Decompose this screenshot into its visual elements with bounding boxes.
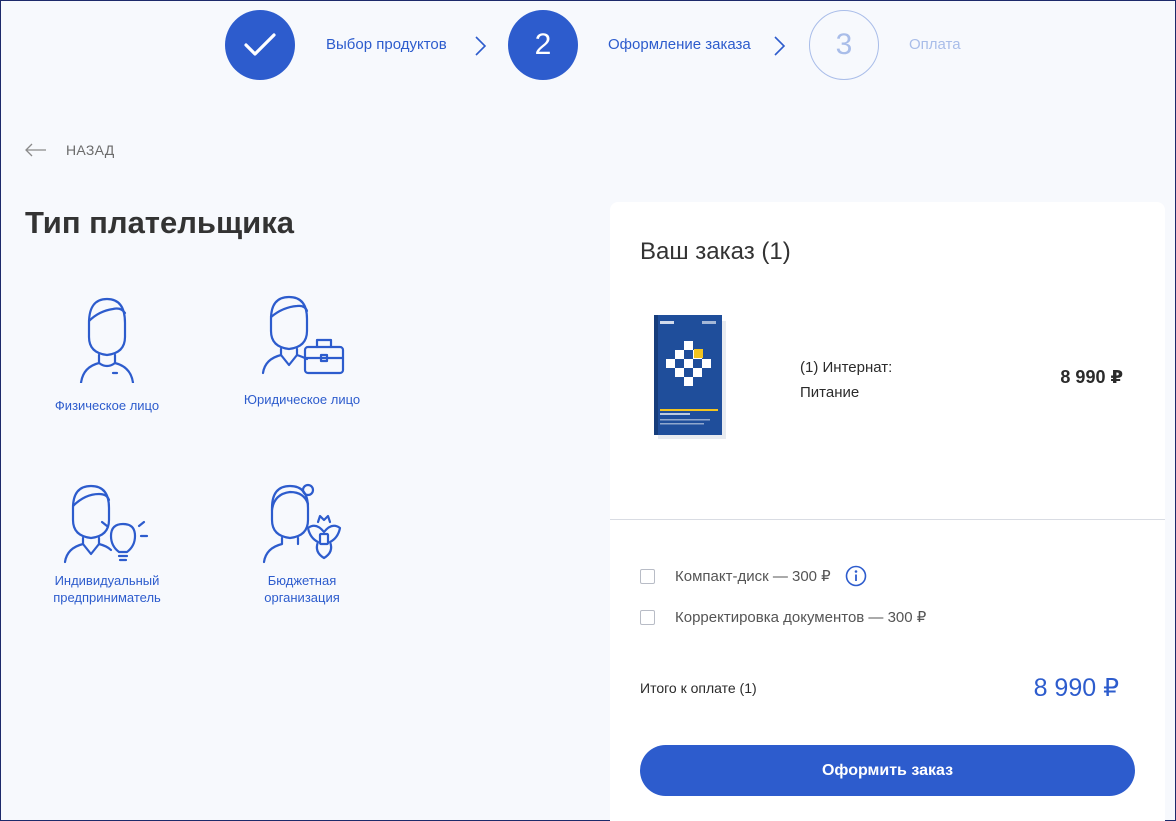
person-lightbulb-icon: [63, 484, 149, 564]
step-3-upcoming-circle: 3: [809, 10, 879, 80]
step-3-number: 3: [835, 28, 853, 61]
divider: [610, 519, 1165, 520]
payer-label-individual: Физическое лицо: [54, 398, 160, 413]
chevron-right-icon: [475, 36, 487, 56]
order-summary-card: Ваш заказ (1) (1) Интернат: Питание 8 99…: [610, 202, 1165, 821]
order-item-name-line: (1) Интернат:: [800, 359, 893, 376]
person-icon: [79, 297, 135, 383]
order-item-price: 8 990 ₽: [1060, 367, 1123, 387]
total-label: Итого к оплате (1): [640, 680, 757, 696]
checkmark-icon: [244, 33, 276, 56]
back-label: НАЗАД: [66, 142, 115, 158]
back-link[interactable]: НАЗАД: [25, 142, 115, 158]
compact-disc-checkbox[interactable]: [640, 568, 655, 584]
place-order-button[interactable]: Оформить заказ: [640, 745, 1135, 796]
arrow-left-icon: [25, 143, 46, 157]
payer-option-budget-organization[interactable]: Бюджетная организация: [217, 482, 387, 606]
payer-label-line: предприниматель: [53, 590, 161, 605]
step-2-number: 2: [534, 28, 552, 61]
step-1-done-circle[interactable]: [225, 10, 295, 80]
person-briefcase-icon: [261, 295, 345, 375]
payer-label-budget-organization: Бюджетная организация: [217, 572, 387, 606]
order-item-name: (1) Интернат: Питание: [800, 355, 930, 405]
page-title: Тип плательщика: [25, 205, 294, 240]
step-2-label: Оформление заказа: [608, 36, 751, 53]
checkout-stepper: Выбор продуктов 2 Оформление заказа 3 Оп…: [225, 10, 985, 82]
person-emblem-icon: [262, 483, 342, 564]
option-document-correction[interactable]: Корректировка документов — 300 ₽: [640, 608, 926, 626]
order-item-name-line: Питание: [800, 384, 860, 401]
step-1-label[interactable]: Выбор продуктов: [326, 36, 447, 53]
order-title: Ваш заказ (1): [640, 238, 791, 265]
payer-label-entrepreneur: Индивидуальный предприниматель: [22, 572, 192, 606]
document-correction-checkbox[interactable]: [640, 609, 655, 625]
product-cover-image: [654, 315, 726, 439]
payer-option-legal-entity[interactable]: Юридическое лицо: [217, 293, 387, 408]
step-3-label: Оплата: [909, 36, 961, 53]
payer-label-line: Индивидуальный: [54, 573, 160, 588]
option-label: Корректировка документов — 300 ₽: [675, 609, 927, 626]
info-icon[interactable]: [845, 565, 867, 587]
option-compact-disc[interactable]: Компакт-диск — 300 ₽: [640, 565, 867, 587]
payer-option-entrepreneur[interactable]: Индивидуальный предприниматель: [22, 482, 192, 606]
option-label: Компакт-диск — 300 ₽: [675, 568, 831, 585]
payer-label-line: организация: [264, 590, 340, 605]
total-value: 8 990 ₽: [1033, 674, 1119, 702]
step-2-current-circle: 2: [508, 10, 578, 80]
payer-option-individual[interactable]: Физическое лицо: [22, 293, 192, 414]
payer-label-line: Бюджетная: [267, 573, 337, 588]
payer-label-legal-entity: Юридическое лицо: [243, 392, 361, 407]
chevron-right-icon: [774, 36, 786, 56]
